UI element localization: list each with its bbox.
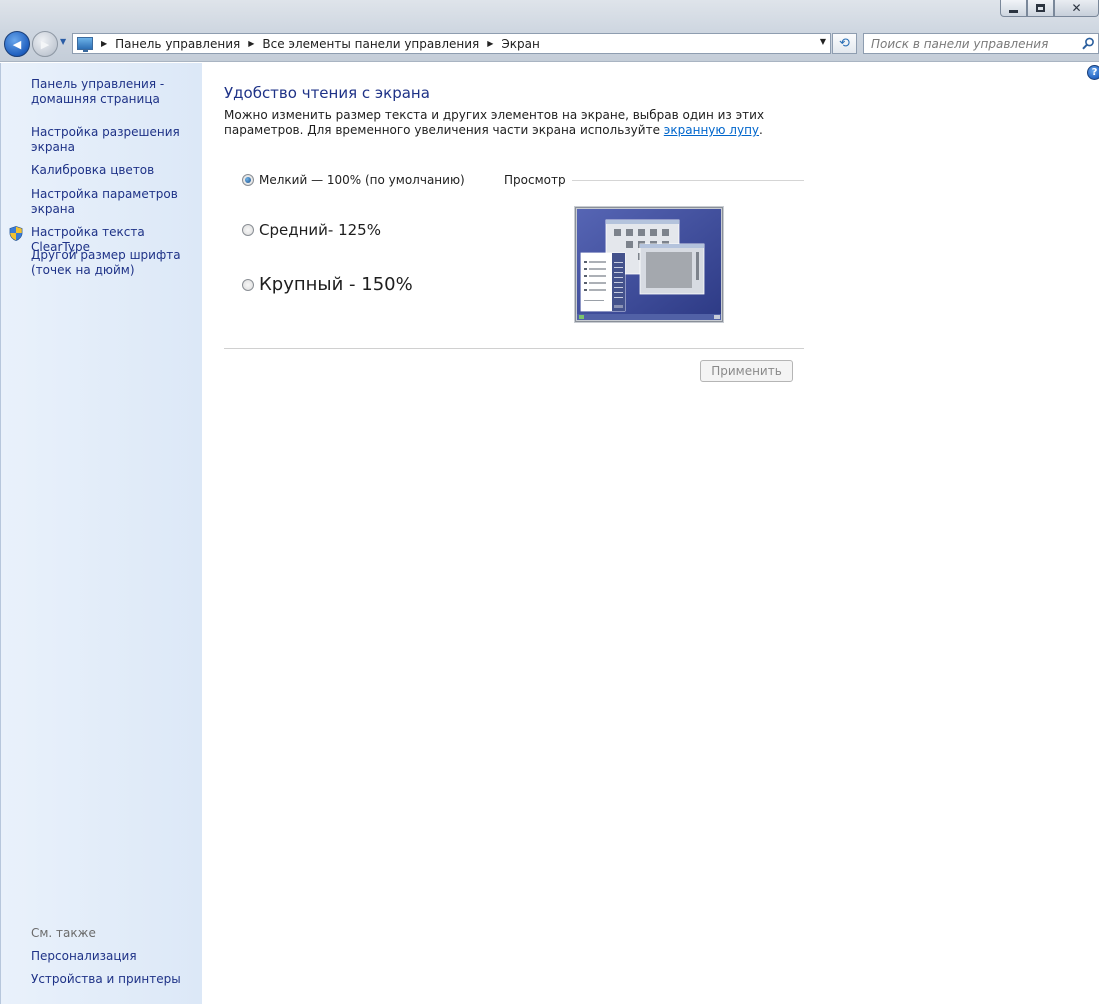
forward-button[interactable]: ▶ — [32, 31, 58, 57]
forward-arrow-icon: ▶ — [40, 37, 50, 51]
sidebar-item-custom-dpi[interactable]: Другой размер шрифта (точек на дюйм) — [31, 248, 196, 278]
address-bar[interactable]: ▶ Панель управления ▶ Все элементы панел… — [72, 33, 831, 54]
radio-button-small[interactable] — [242, 174, 254, 186]
radio-button-medium[interactable] — [242, 224, 254, 236]
refresh-icon: ⟲ — [839, 36, 850, 51]
option-small[interactable]: Мелкий — 100% (по умолчанию) — [242, 173, 465, 187]
description-end: . — [759, 123, 763, 137]
close-button[interactable]: ✕ — [1054, 0, 1099, 17]
breadcrumb-separator-icon[interactable]: ▶ — [248, 39, 254, 48]
option-medium-label: Средний- 125% — [259, 221, 381, 239]
page-title: Удобство чтения с экрана — [224, 84, 430, 102]
close-icon: ✕ — [1071, 1, 1082, 15]
sidebar-item-screen-resolution[interactable]: Настройка разрешения экрана — [31, 125, 196, 155]
option-large-label: Крупный - 150% — [259, 274, 413, 295]
sidebar-item-control-panel-home[interactable]: Панель управления - домашняя страница — [31, 77, 196, 107]
task-pane: Панель управления - домашняя страница На… — [0, 63, 202, 1004]
preview-label: Просмотр — [504, 173, 572, 187]
sidebar-item-display-settings[interactable]: Настройка параметров экрана — [31, 187, 196, 217]
sidebar-item-personalization[interactable]: Персонализация — [31, 949, 196, 964]
content-divider — [224, 348, 804, 349]
search-box[interactable] — [863, 33, 1099, 54]
maximize-button[interactable] — [1027, 0, 1054, 17]
shield-icon — [9, 226, 23, 241]
address-dropdown-icon[interactable]: ▼ — [820, 37, 826, 46]
sidebar-item-devices-printers[interactable]: Устройства и принтеры — [31, 972, 196, 987]
refresh-button[interactable]: ⟲ — [832, 33, 857, 54]
option-large[interactable]: Крупный - 150% — [242, 274, 413, 295]
breadcrumb-all-items[interactable]: Все элементы панели управления — [262, 37, 479, 51]
magnifier-link[interactable]: экранную лупу — [664, 123, 759, 137]
chevron-down-icon: ▼ — [60, 37, 67, 46]
see-also-heading: См. также — [31, 926, 96, 940]
back-button[interactable]: ◀ — [4, 31, 30, 57]
minimize-icon — [1009, 9, 1018, 13]
breadcrumb-separator-icon[interactable]: ▶ — [487, 39, 493, 48]
radio-button-large[interactable] — [242, 278, 254, 291]
option-medium[interactable]: Средний- 125% — [242, 221, 381, 239]
breadcrumb-control-panel[interactable]: Панель управления — [115, 37, 240, 51]
maximize-icon — [1036, 4, 1045, 12]
help-glyph: ? — [1091, 67, 1098, 78]
preview-image — [574, 206, 724, 323]
caption-buttons: ✕ — [1000, 0, 1099, 17]
preview-divider — [566, 180, 804, 181]
page-description: Можно изменить размер текста и других эл… — [224, 108, 804, 138]
recent-pages-dropdown[interactable]: ▼ — [60, 38, 68, 46]
minimize-button[interactable] — [1000, 0, 1027, 17]
back-arrow-icon: ◀ — [12, 37, 22, 51]
breadcrumb-separator-icon: ▶ — [101, 39, 108, 48]
window-chrome: ✕ ◀ ▶ ▼ ▶ Панель управления ▶ Все элемен… — [0, 0, 1099, 62]
option-small-label: Мелкий — 100% (по умолчанию) — [259, 173, 465, 187]
sidebar-item-calibrate-color[interactable]: Калибровка цветов — [31, 163, 196, 178]
apply-button[interactable]: Применить — [700, 360, 793, 382]
search-icon[interactable] — [1082, 37, 1095, 50]
search-input[interactable] — [871, 36, 1076, 51]
breadcrumb-display[interactable]: Экран — [501, 37, 539, 51]
help-icon[interactable]: ? — [1087, 65, 1099, 80]
control-panel-icon — [77, 37, 93, 52]
